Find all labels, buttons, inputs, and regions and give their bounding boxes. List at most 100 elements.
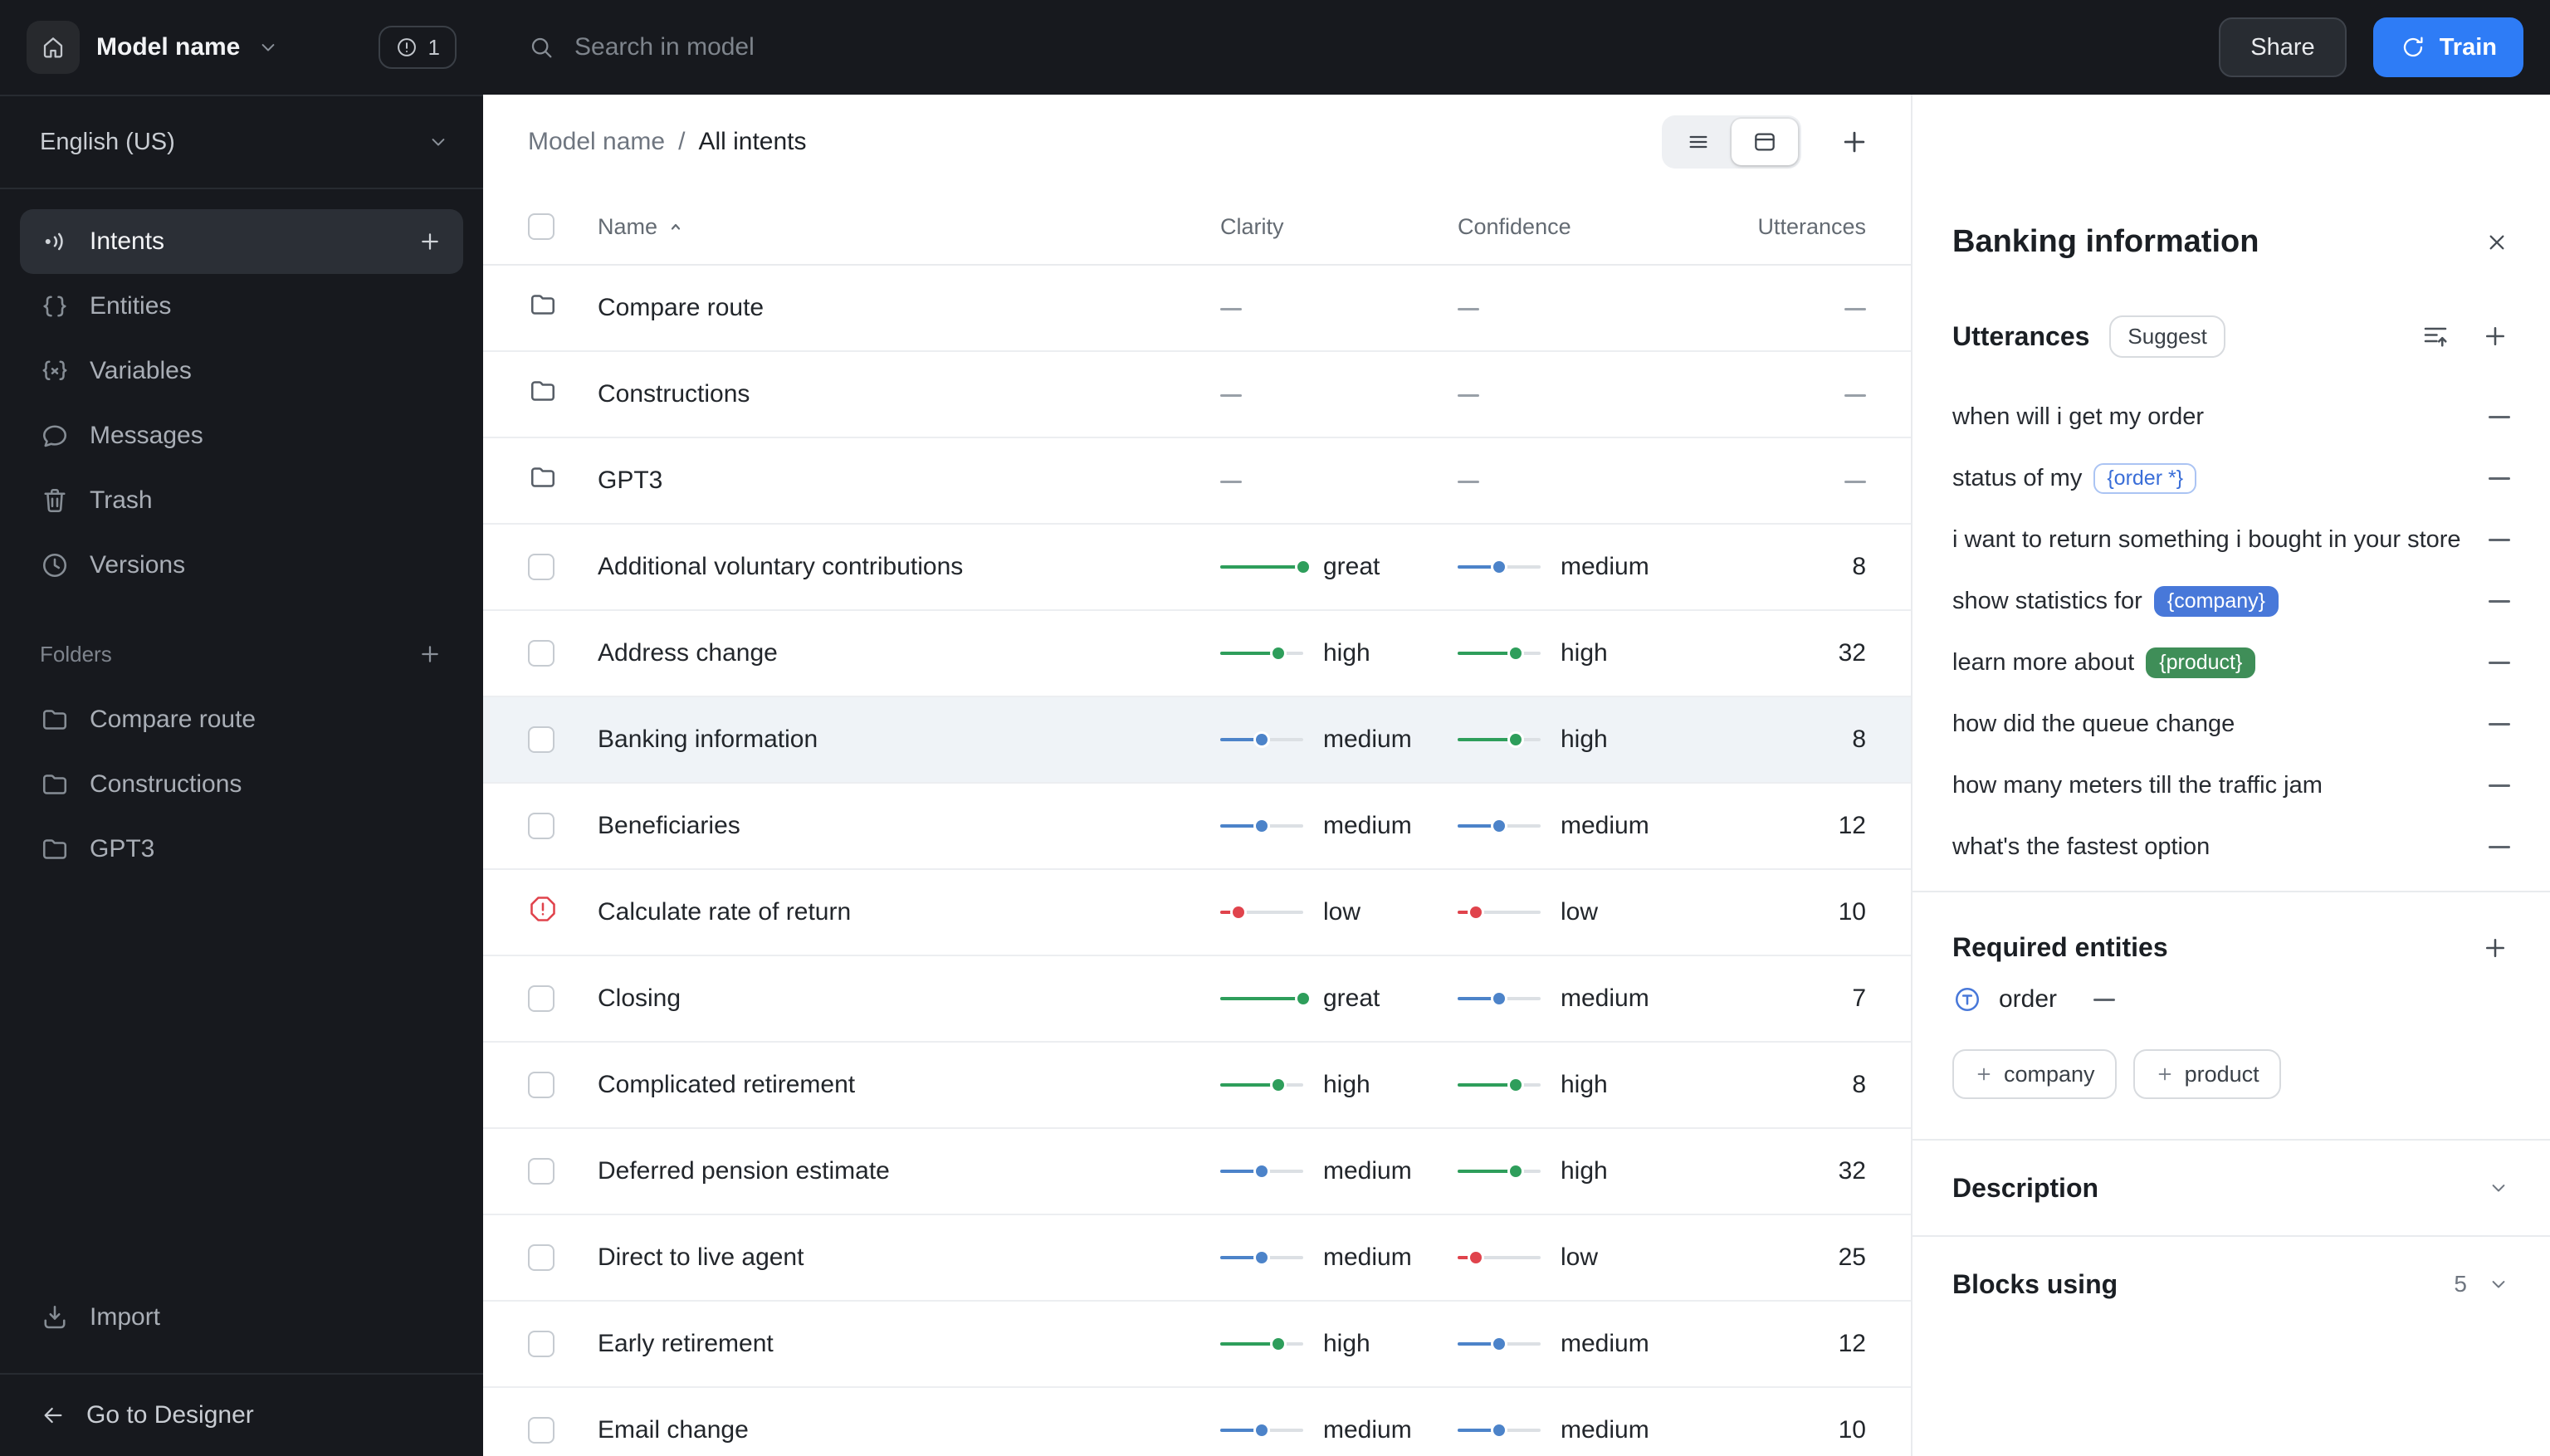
row-checkbox[interactable] [528, 1417, 554, 1444]
import-button[interactable]: Import [20, 1285, 463, 1350]
share-button[interactable]: Share [2219, 17, 2347, 77]
confidence-meter: high [1458, 1071, 1723, 1099]
intent-row[interactable]: Beneficiaries medium medium 12 [483, 784, 1911, 870]
sidebar-item-trash[interactable]: Trash [20, 468, 463, 533]
utterance-row[interactable]: learn more about {product} [1952, 632, 2510, 693]
intent-row[interactable]: Deferred pension estimate medium high 32 [483, 1129, 1911, 1215]
remove-utterance-button[interactable] [2489, 415, 2510, 418]
sidebar-item-intents[interactable]: Intents [20, 209, 463, 274]
required-entity-row[interactable]: order [1952, 970, 2510, 1029]
sidebar-folder-gpt3[interactable]: GPT3 [20, 817, 463, 882]
row-checkbox[interactable] [528, 813, 554, 839]
intent-row[interactable]: Early retirement high medium 12 [483, 1302, 1911, 1388]
folder-row[interactable]: Constructions [483, 352, 1911, 438]
panel-title: Banking information [1952, 224, 2259, 259]
utterance-row[interactable]: how many meters till the traffic jam [1952, 755, 2510, 816]
utterance-row[interactable]: what's the fastest option [1952, 816, 2510, 877]
row-checkbox[interactable] [528, 1072, 554, 1098]
chip-label: product [2184, 1061, 2259, 1087]
suggest-button[interactable]: Suggest [2109, 315, 2225, 358]
board-view-button[interactable] [1732, 119, 1798, 165]
remove-utterance-button[interactable] [2489, 784, 2510, 787]
description-section[interactable]: Description [1952, 1141, 2510, 1235]
intent-row[interactable]: Calculate rate of return low low 10 [483, 870, 1911, 956]
chevron-down-icon[interactable] [256, 36, 280, 59]
remove-utterance-button[interactable] [2489, 476, 2510, 480]
add-entity-chip-company[interactable]: company [1952, 1049, 2117, 1099]
home-button[interactable] [27, 21, 80, 74]
row-checkbox[interactable] [528, 1244, 554, 1271]
breadcrumb-root[interactable]: Model name [528, 128, 665, 156]
clarity-meter: medium [1220, 812, 1458, 840]
sidebar-folders: Compare route Constructions GPT3 [0, 687, 483, 882]
utterance-row[interactable]: how did the queue change [1952, 693, 2510, 755]
entity-tag[interactable]: {order *} [2093, 462, 2197, 494]
remove-utterance-button[interactable] [2489, 722, 2510, 726]
folder-row[interactable]: Compare route [483, 266, 1911, 352]
intent-row[interactable]: Direct to live agent medium low 25 [483, 1215, 1911, 1302]
bulk-import-icon[interactable] [2421, 321, 2450, 351]
folder-row[interactable]: GPT3 [483, 438, 1911, 525]
remove-utterance-button[interactable] [2489, 845, 2510, 848]
clarity-label: medium [1323, 1243, 1412, 1271]
remove-entity-button[interactable] [2093, 998, 2116, 1001]
row-name: Complicated retirement [598, 1071, 856, 1098]
entity-tag[interactable]: {company} [2153, 585, 2279, 617]
intent-row[interactable]: Additional voluntary contributions great… [483, 525, 1911, 611]
sidebar-folder-constructions[interactable]: Constructions [20, 752, 463, 817]
intent-row[interactable]: Email change medium medium 10 [483, 1388, 1911, 1456]
confidence-label: high [1561, 1157, 1608, 1185]
select-all-checkbox[interactable] [528, 213, 554, 240]
remove-utterance-button[interactable] [2489, 599, 2510, 603]
utterance-row[interactable]: i want to return something i bought in y… [1952, 509, 2510, 570]
go-to-designer-button[interactable]: Go to Designer [0, 1373, 483, 1456]
add-entity-chip-product[interactable]: product [2132, 1049, 2281, 1099]
nav-label: Messages [90, 422, 203, 449]
row-checkbox[interactable] [528, 640, 554, 667]
language-selector[interactable]: English (US) [0, 95, 483, 189]
table-body: Compare route Constructions GPT3 Additional… [483, 266, 1911, 1456]
utterances-header: Utterances Suggest [1952, 313, 2510, 359]
row-checkbox[interactable] [528, 726, 554, 753]
utterance-row[interactable]: status of my {order *} [1952, 447, 2510, 509]
intent-row[interactable]: Address change high high 32 [483, 611, 1911, 697]
entity-tag[interactable]: {product} [2146, 647, 2256, 678]
variables-icon [40, 356, 70, 386]
add-intent-button[interactable] [417, 228, 443, 255]
add-required-entity-button[interactable] [2480, 933, 2510, 963]
column-clarity[interactable]: Clarity [1220, 214, 1284, 239]
utterance-row[interactable]: when will i get my order [1952, 386, 2510, 447]
column-name[interactable]: Name [598, 214, 657, 240]
row-checkbox[interactable] [528, 554, 554, 580]
remove-utterance-button[interactable] [2489, 538, 2510, 541]
sidebar-item-entities[interactable]: Entities [20, 274, 463, 339]
clarity-label: high [1323, 1071, 1370, 1098]
sidebar-item-messages[interactable]: Messages [20, 403, 463, 468]
train-button[interactable]: Train [2372, 17, 2523, 77]
add-folder-button[interactable] [417, 641, 443, 667]
row-checkbox[interactable] [528, 1158, 554, 1185]
sidebar-item-variables[interactable]: Variables [20, 339, 463, 403]
list-view-button[interactable] [1665, 119, 1732, 165]
blocks-using-heading: Blocks using [1952, 1268, 2118, 1299]
row-checkbox[interactable] [528, 1331, 554, 1357]
utterance-row[interactable]: show statistics for {company} [1952, 570, 2510, 632]
row-checkbox[interactable] [528, 985, 554, 1012]
sidebar-item-versions[interactable]: Versions [20, 533, 463, 598]
header-actions [1662, 115, 1871, 169]
intent-row[interactable]: Complicated retirement high high 8 [483, 1043, 1911, 1129]
add-utterance-button[interactable] [2480, 321, 2510, 351]
remove-utterance-button[interactable] [2489, 661, 2510, 664]
blocks-using-section[interactable]: Blocks using 5 [1952, 1237, 2510, 1331]
column-utterances[interactable]: Utterances [1757, 214, 1866, 239]
add-intent-button[interactable] [1838, 125, 1871, 159]
sidebar-folder-compare-route[interactable]: Compare route [20, 687, 463, 752]
intent-row[interactable]: Closing great medium 7 [483, 956, 1911, 1043]
column-confidence[interactable]: Confidence [1458, 214, 1571, 239]
model-name[interactable]: Model name [96, 33, 240, 61]
close-panel-button[interactable] [2484, 229, 2510, 256]
search-input[interactable] [574, 33, 2200, 61]
intent-row[interactable]: Banking information medium high 8 [483, 697, 1911, 784]
chevron-down-icon [2487, 1273, 2510, 1296]
warnings-badge[interactable]: 1 [378, 26, 457, 69]
